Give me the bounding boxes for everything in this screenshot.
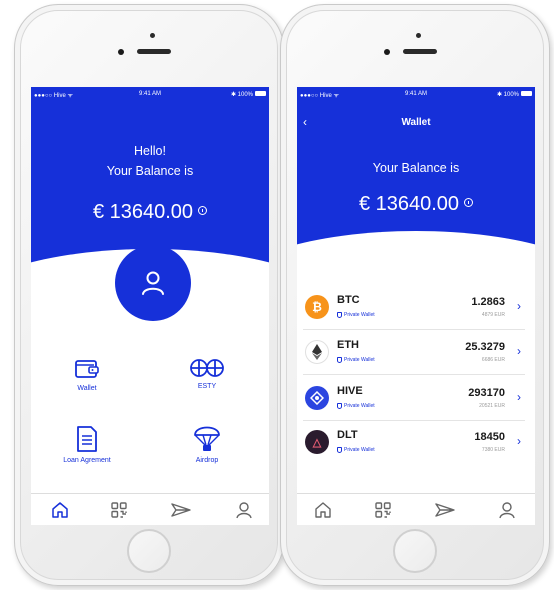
- parachute-icon: [194, 426, 220, 451]
- tab-home[interactable]: [50, 501, 70, 519]
- bitcoin-icon: ₿: [305, 295, 329, 319]
- battery-icon: [255, 91, 266, 96]
- balance-value-row: € 13640.00: [297, 193, 535, 216]
- wallet-icon: [75, 360, 99, 378]
- tile-airdrop[interactable]: Airdrop: [167, 423, 247, 464]
- phone-home: ●●●○○ Hive ᯤ 9:41 AM ✱ 100% Hello! Your …: [14, 4, 284, 586]
- tab-bar: [31, 493, 269, 525]
- chevron-right-icon: ›: [517, 390, 521, 404]
- coin-wallet-type-label: Private Wallet: [344, 357, 375, 363]
- home-hardware-button[interactable]: [127, 529, 171, 573]
- coin-wallet-type: Private Wallet: [337, 312, 375, 318]
- user-icon: [142, 271, 164, 295]
- home-screen: ●●●○○ Hive ᯤ 9:41 AM ✱ 100% Hello! Your …: [31, 87, 269, 525]
- row-divider: [303, 374, 525, 375]
- shield-icon: [337, 357, 342, 363]
- tile-label-airdrop: Airdrop: [195, 457, 219, 464]
- tile-label-wallet: Wallet: [77, 385, 97, 392]
- home-hardware-button[interactable]: [393, 529, 437, 573]
- chevron-right-icon: ›: [517, 434, 521, 448]
- battery-label: ✱ 100%: [496, 92, 519, 98]
- coin-eur-value: 20521 EUR: [479, 403, 505, 409]
- shield-icon: [337, 447, 342, 453]
- home-icon: [315, 502, 331, 518]
- camera-dot: [118, 49, 124, 55]
- hive-icon: [305, 386, 329, 410]
- tile-wallet[interactable]: Wallet: [47, 357, 127, 392]
- tab-send[interactable]: [435, 501, 455, 519]
- qr-icon: [111, 502, 127, 518]
- coin-wallet-type-label: Private Wallet: [344, 312, 375, 318]
- tile-esty[interactable]: ESTY: [167, 357, 247, 390]
- tile-loan-agreement[interactable]: Loan Agrement: [47, 425, 127, 464]
- greeting-text: Hello!: [134, 144, 166, 158]
- esty-icon: [190, 359, 224, 377]
- tab-qr[interactable]: [109, 501, 129, 519]
- nav-title: Wallet: [401, 117, 431, 128]
- battery-icon: [521, 91, 532, 96]
- info-icon[interactable]: [464, 198, 474, 208]
- profile-avatar-button[interactable]: [115, 245, 191, 321]
- coin-amount: 1.2863: [471, 296, 505, 308]
- coin-symbol: DLT: [337, 429, 358, 441]
- send-icon: [435, 503, 455, 517]
- greeting-block: Hello! Your Balance is: [31, 141, 269, 181]
- coin-symbol: BTC: [337, 294, 360, 306]
- coin-eur-value: 6686 EUR: [481, 357, 505, 363]
- coin-row-dlt[interactable]: △ DLT Private Wallet 18450 7380 EUR ›: [297, 421, 535, 465]
- speaker-grille: [137, 49, 171, 54]
- balance-value: € 13640.00: [358, 193, 460, 215]
- send-icon: [171, 503, 191, 517]
- dlt-icon: △: [305, 430, 329, 454]
- coin-wallet-type: Private Wallet: [337, 403, 375, 409]
- tile-label-esty: ESTY: [197, 383, 217, 390]
- wallet-screen: ●●●○○ Hive ᯤ 9:41 AM ✱ 100% ‹ Wallet You…: [297, 87, 535, 525]
- tab-profile[interactable]: [497, 501, 517, 519]
- coin-symbol: HIVE: [337, 385, 363, 397]
- coin-wallet-type: Private Wallet: [337, 357, 375, 363]
- coin-amount: 18450: [474, 431, 505, 443]
- document-icon: [77, 426, 97, 452]
- tab-profile[interactable]: [234, 501, 254, 519]
- status-bar: ●●●○○ Hive ᯤ 9:41 AM ✱ 100%: [297, 87, 535, 103]
- tab-bar: [297, 493, 535, 525]
- coin-symbol: ETH: [337, 339, 359, 351]
- shield-icon: [337, 403, 342, 409]
- balance-label: Your Balance is: [106, 164, 194, 178]
- tab-qr[interactable]: [373, 501, 393, 519]
- row-divider: [303, 329, 525, 330]
- phone-wallet: ●●●○○ Hive ᯤ 9:41 AM ✱ 100% ‹ Wallet You…: [280, 4, 550, 586]
- coin-amount: 293170: [468, 387, 505, 399]
- coin-wallet-type-label: Private Wallet: [344, 447, 375, 453]
- qr-icon: [375, 502, 391, 518]
- chevron-right-icon: ›: [517, 344, 521, 358]
- battery-label: ✱ 100%: [230, 92, 253, 98]
- coin-amount: 25.3279: [465, 341, 505, 353]
- coin-eur-value: 7380 EUR: [481, 447, 505, 453]
- info-icon[interactable]: [198, 206, 208, 216]
- front-camera: [416, 33, 421, 38]
- balance-label: Your Balance is: [372, 161, 460, 175]
- home-icon: [52, 502, 68, 518]
- coin-row-hive[interactable]: HIVE Private Wallet 293170 20521 EUR ›: [297, 377, 535, 421]
- shield-icon: [337, 312, 342, 318]
- coin-row-eth[interactable]: ETH Private Wallet 25.3279 6686 EUR ›: [297, 331, 535, 375]
- profile-icon: [236, 502, 252, 519]
- coin-wallet-type-label: Private Wallet: [344, 403, 375, 409]
- front-camera: [150, 33, 155, 38]
- status-bar: ●●●○○ Hive ᯤ 9:41 AM ✱ 100%: [31, 87, 269, 103]
- balance-value-row: € 13640.00: [31, 201, 269, 224]
- coin-eur-value: 4879 EUR: [481, 312, 505, 318]
- camera-dot: [384, 49, 390, 55]
- tile-label-loan: Loan Agrement: [63, 457, 111, 464]
- profile-icon: [499, 502, 515, 519]
- coin-wallet-type: Private Wallet: [337, 447, 375, 453]
- balance-value: € 13640.00: [92, 201, 194, 223]
- tab-home[interactable]: [313, 501, 333, 519]
- speaker-grille: [403, 49, 437, 54]
- tab-send[interactable]: [171, 501, 191, 519]
- coin-row-btc[interactable]: ₿ BTC Private Wallet 1.2863 4879 EUR ›: [297, 286, 535, 330]
- ethereum-icon: [305, 340, 329, 364]
- chevron-right-icon: ›: [517, 299, 521, 313]
